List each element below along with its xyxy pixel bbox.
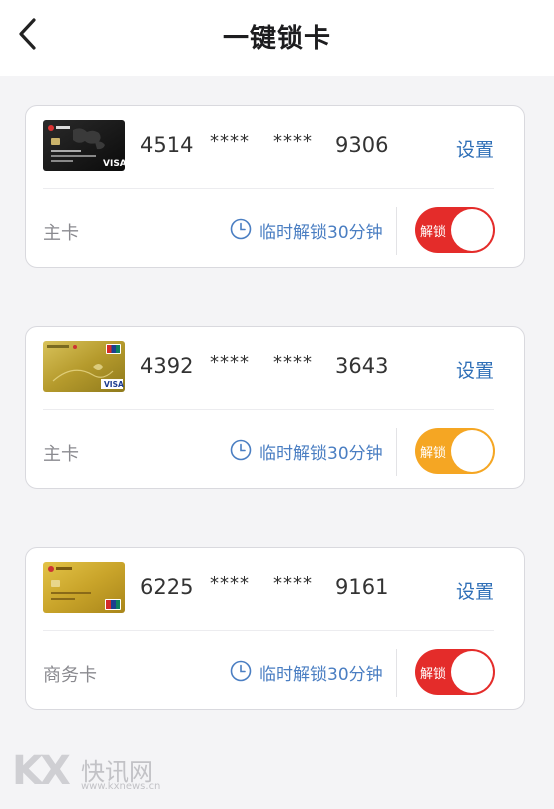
page-title: 一键锁卡: [222, 24, 331, 54]
card-image: [43, 562, 125, 613]
card-number-mask: ****: [210, 352, 250, 373]
card-number-last: 3643: [335, 354, 389, 378]
settings-button[interactable]: 设置: [456, 356, 494, 383]
card-number-mask: ****: [273, 131, 313, 152]
lock-toggle[interactable]: 解锁: [415, 207, 495, 253]
card-type-label: 主卡: [43, 223, 79, 244]
lock-toggle[interactable]: 解锁: [415, 428, 495, 474]
card-number-mask: ****: [210, 131, 250, 152]
toggle-knob: [451, 651, 493, 693]
card-number-last: 9161: [335, 575, 389, 599]
card-type-label: 主卡: [43, 444, 79, 465]
svg-text:VISA: VISA: [103, 159, 125, 169]
temp-unlock-label: 临时解锁30分钟: [259, 444, 383, 464]
card-item: VISA 4392 **** **** 3643 设置 主卡 临时解锁30分钟 …: [25, 326, 525, 489]
settings-button[interactable]: 设置: [456, 577, 494, 604]
divider: [43, 409, 494, 410]
divider: [43, 188, 494, 189]
card-number-mask: ****: [273, 352, 313, 373]
clock-icon: [230, 218, 252, 240]
divider: [396, 428, 397, 476]
toggle-label: 解锁: [420, 667, 447, 682]
card-item: 6225 **** **** 9161 设置 商务卡 临时解锁30分钟 解锁: [25, 547, 525, 710]
clock-icon: [230, 660, 252, 682]
divider: [43, 630, 494, 631]
card-number-mask: ****: [273, 573, 313, 594]
card-number-first: 4392: [140, 354, 194, 378]
card-number-mask: ****: [210, 573, 250, 594]
toggle-knob: [451, 430, 493, 472]
divider: [396, 207, 397, 255]
card-item: VISA 4514 **** **** 9306 设置 主卡 临时解锁30分钟 …: [25, 105, 525, 268]
card-image: VISA: [43, 120, 125, 171]
top-bar: 一键锁卡: [0, 0, 554, 76]
watermark-logo: KX: [12, 748, 71, 794]
watermark-url: www.kxnews.cn: [81, 781, 161, 792]
temp-unlock-label: 临时解锁30分钟: [259, 665, 383, 685]
clock-icon: [230, 439, 252, 461]
card-type-label: 商务卡: [43, 665, 97, 686]
settings-button[interactable]: 设置: [456, 135, 494, 162]
temp-unlock-label: 临时解锁30分钟: [259, 223, 383, 243]
svg-text:VISA: VISA: [104, 380, 124, 389]
watermark: KX 快讯网 www.kxnews.cn: [12, 748, 172, 798]
toggle-label: 解锁: [420, 225, 447, 240]
lock-toggle[interactable]: 解锁: [415, 649, 495, 695]
card-number-first: 4514: [140, 133, 194, 157]
toggle-knob: [451, 209, 493, 251]
divider: [396, 649, 397, 697]
card-number-first: 6225: [140, 575, 194, 599]
card-image: VISA: [43, 341, 125, 392]
card-number-last: 9306: [335, 133, 389, 157]
toggle-label: 解锁: [420, 446, 447, 461]
